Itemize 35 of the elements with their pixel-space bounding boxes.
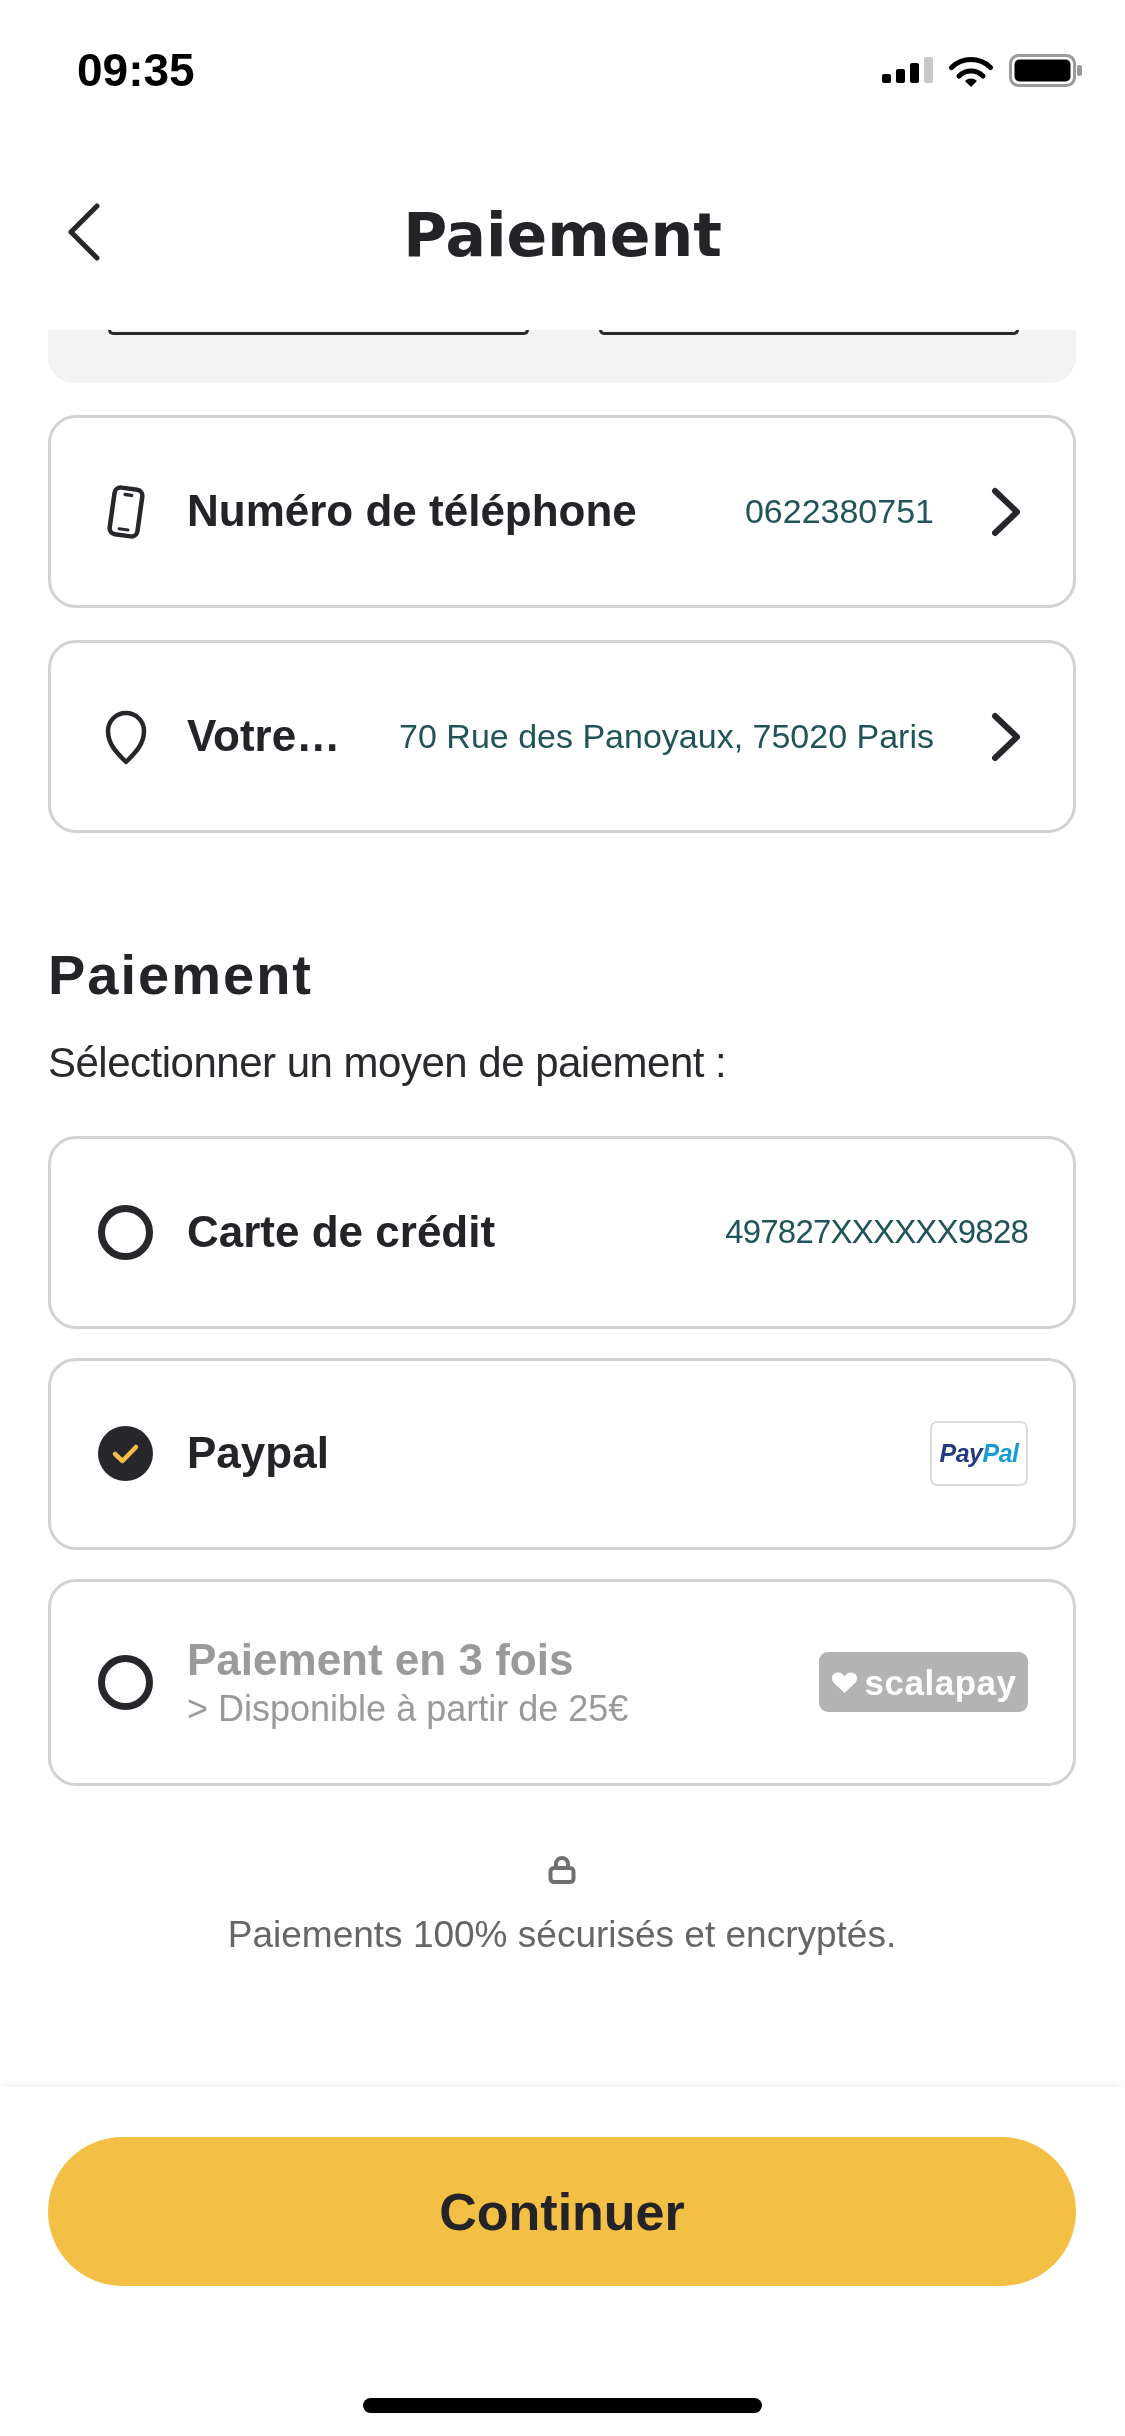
page-title: Paiement [403,199,722,271]
map-pin-icon [104,708,148,765]
card-number: 497827XXXXXX9828 [725,1212,1028,1252]
status-time: 09:35 [77,47,195,93]
continue-button[interactable]: Continuer [48,2137,1076,2286]
logo-text: scalapay [864,1664,1017,1700]
chevron-right-icon [991,711,1021,762]
lock-icon [548,1853,576,1884]
radio-button[interactable] [98,1204,153,1260]
row-label: Numéro de téléphone [187,485,637,538]
chevron-left-icon [67,202,101,261]
payment-option[interactable]: Paypal PayPal [48,1357,1076,1550]
address-row[interactable]: Votre… 70 Rue des Panoyaux, 75020 Paris [48,640,1076,833]
heart-icon [830,1670,858,1694]
option-label: Paypal [187,1427,329,1480]
phone-icon [104,483,148,540]
section-title: Paiement [48,942,314,1008]
partial-button[interactable] [598,330,1019,335]
battery-icon [1009,53,1082,87]
row-value: 70 Rue des Panoyaux, 75020 Paris [399,716,934,757]
payment-logo: PayPal [930,1421,1028,1487]
payment-option[interactable]: Carte de crédit 497827XXXXXX9828 [48,1135,1076,1329]
option-label: Carte de crédit [187,1205,496,1258]
chevron-right-icon [991,486,1021,537]
row-value: 0622380751 [744,491,934,532]
radio-button[interactable] [98,1426,153,1482]
back-button[interactable] [67,202,101,261]
option-note: > Disponible à partir de 25€ [187,1686,629,1731]
security-note: Paiements 100% sécurisés et encryptés. [226,1912,898,1957]
section-subtitle: Sélectionner un moyen de paiement : [48,1038,728,1089]
row-label: Votre… [187,710,341,763]
option-label: Paiement en 3 fois [187,1634,575,1687]
signal-icon [882,57,933,83]
partial-button[interactable] [108,330,529,335]
phone-number-row[interactable]: Numéro de téléphone 0622380751 [48,415,1076,608]
